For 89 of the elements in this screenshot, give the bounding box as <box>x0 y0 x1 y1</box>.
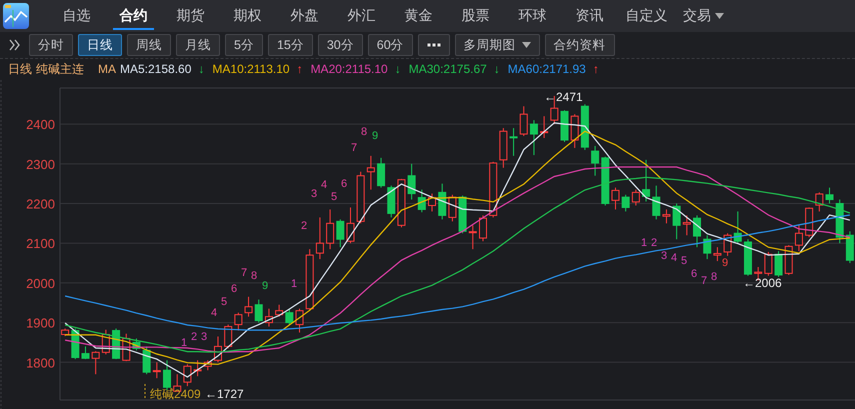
count-mark: 3 <box>200 331 208 343</box>
moving-average-value: MA30:2175.67 <box>408 62 487 76</box>
count-mark: 3 <box>660 250 668 262</box>
count-mark: 8 <box>250 270 258 282</box>
contract-name: 纯碱主连 <box>36 60 84 78</box>
count-mark: 1 <box>290 278 298 290</box>
nav-tab[interactable]: 合约 <box>105 0 162 32</box>
nav-tab[interactable]: 资讯 <box>561 0 618 32</box>
indicator-name: MA <box>98 62 116 76</box>
nav-tab[interactable]: 环球 <box>504 0 561 32</box>
dropdown-button[interactable]: 多周期图 <box>454 34 540 56</box>
more-icon <box>426 43 441 47</box>
count-mark: 6 <box>230 283 238 295</box>
nav-tab[interactable]: 股票 <box>447 0 504 32</box>
caret-icon <box>522 42 531 48</box>
count-mark: 6 <box>690 268 698 280</box>
candlestick <box>611 187 620 210</box>
axis-label: 2300 <box>26 156 55 172</box>
count-mark: 9 <box>372 130 378 142</box>
period-button[interactable]: 5分 <box>225 34 263 56</box>
count-mark: 6 <box>340 178 348 190</box>
axis-label: 2200 <box>26 196 55 212</box>
period-button[interactable]: 15分 <box>268 34 313 56</box>
candlestick <box>326 208 334 250</box>
nav-tab[interactable]: 黄金 <box>390 0 447 32</box>
nav-tab[interactable]: 外汇 <box>333 0 390 32</box>
more-button[interactable] <box>418 34 450 56</box>
trend-arrow: ↓ <box>394 62 401 76</box>
count-mark: 9 <box>722 257 728 269</box>
count-mark: 4 <box>670 252 678 264</box>
count-mark: 8 <box>360 126 368 138</box>
nav-tab[interactable]: 自定义 <box>618 0 675 32</box>
axis-label: 2100 <box>26 236 55 252</box>
period-button[interactable]: 分时 <box>29 34 73 56</box>
candlestick <box>713 246 722 262</box>
price-marker: ←2006 <box>743 276 782 290</box>
candlestick <box>510 128 518 156</box>
period-button[interactable]: 30分 <box>318 34 363 56</box>
nav-tab[interactable]: 交易 <box>675 0 732 32</box>
period-button[interactable]: 周线 <box>127 34 171 56</box>
trend-arrow: ↑ <box>592 62 599 76</box>
count-mark: 8 <box>710 271 718 283</box>
count-mark: 5 <box>330 191 338 203</box>
contract-label: 纯碱2409 <box>150 387 201 401</box>
moving-average-value: MA5:2158.60 <box>120 62 192 76</box>
nav-tab[interactable]: 期权 <box>219 0 276 32</box>
axis-label: 2400 <box>26 117 55 132</box>
count-mark: 7 <box>350 142 358 154</box>
period-button[interactable]: 60分 <box>368 34 413 56</box>
nav-tab[interactable]: 外盘 <box>276 0 333 32</box>
count-mark: 5 <box>680 255 688 267</box>
axis-label: 2000 <box>26 276 55 291</box>
count-mark: 7 <box>240 267 248 279</box>
moving-average-value: MA20:2115.10 <box>310 62 388 76</box>
app-logo-icon[interactable] <box>2 2 30 30</box>
count-mark: 5 <box>220 296 228 308</box>
period-label: 日线 <box>8 60 32 78</box>
price-marker: ←1727 <box>205 387 244 401</box>
trend-arrow: ↓ <box>198 62 204 76</box>
count-mark: 7 <box>700 275 708 287</box>
period-button[interactable]: 日线 <box>78 34 122 56</box>
candlestick <box>366 155 375 190</box>
count-mark: 9 <box>262 280 268 292</box>
count-mark: 4 <box>320 179 328 191</box>
count-mark: 2 <box>300 220 308 232</box>
price-marker: ←2471 <box>544 90 583 104</box>
expand-icon[interactable] <box>8 39 22 51</box>
trend-arrow: ↑ <box>296 62 303 76</box>
axis-label: 1900 <box>26 316 55 331</box>
candlestick <box>408 163 416 200</box>
axis-label: 1800 <box>26 355 55 370</box>
period-button[interactable]: 月线 <box>176 34 220 56</box>
moving-average-value: MA60:2171.93 <box>508 62 586 76</box>
count-mark: 3 <box>310 188 318 200</box>
count-mark: 2 <box>650 237 658 249</box>
caret-icon <box>715 13 724 19</box>
candlestick <box>316 216 324 260</box>
candlestick <box>672 203 681 240</box>
count-mark: 2 <box>190 331 198 343</box>
count-mark: 1 <box>640 237 648 249</box>
count-mark: 4 <box>210 307 218 319</box>
moving-average-value: MA10:2113.10 <box>212 62 290 76</box>
nav-tab[interactable]: 期货 <box>162 0 219 32</box>
candlestick <box>744 238 752 276</box>
trend-arrow: ↓ <box>494 62 500 76</box>
candlestick <box>499 128 508 168</box>
period-button[interactable]: 合约资料 <box>544 34 615 56</box>
count-mark: 1 <box>180 337 188 349</box>
nav-tab[interactable]: 自选 <box>48 0 105 32</box>
